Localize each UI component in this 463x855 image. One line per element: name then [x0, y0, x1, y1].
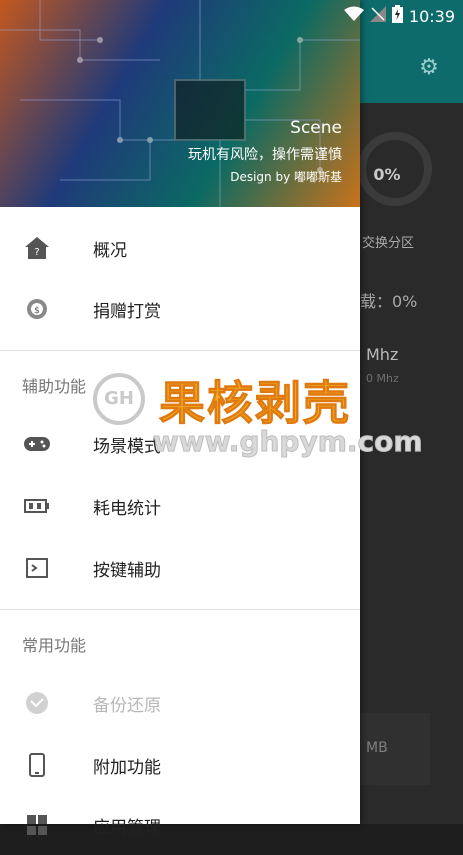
- swap-usage-value: 0%: [373, 165, 401, 184]
- menu-item-overview[interactable]: ? 概况: [0, 218, 360, 278]
- settings-gear-icon[interactable]: ⚙: [417, 56, 441, 80]
- wifi-icon: [343, 6, 364, 26]
- svg-text:$: $: [34, 306, 40, 316]
- watermark-logo: GH: [93, 373, 145, 425]
- menu-item-backup-restore[interactable]: 备份还原: [0, 673, 360, 733]
- battery-icon: [24, 493, 50, 519]
- menu-item-power-stats[interactable]: 耗电统计: [0, 476, 360, 536]
- status-bar: 10:39: [0, 0, 463, 32]
- menu-label-extra-features: 附加功能: [93, 757, 161, 778]
- signal-icon: [369, 6, 386, 26]
- menu-label-donate: 捐赠打赏: [93, 301, 161, 322]
- apps-icon: [24, 812, 50, 838]
- backup-icon: [24, 690, 50, 716]
- divider: [0, 350, 360, 351]
- section-title-assist: 辅助功能: [22, 377, 87, 396]
- terminal-icon: [24, 555, 50, 581]
- svg-text:?: ?: [34, 247, 39, 258]
- menu-item-extra-features[interactable]: 附加功能: [0, 735, 360, 795]
- menu-label-app-manager: 应用管理: [93, 817, 161, 838]
- menu-item-key-assist[interactable]: 按键辅助: [0, 538, 360, 598]
- header-tagline: 玩机有风险，操作需谨慎: [188, 147, 342, 163]
- menu-label-overview: 概况: [93, 240, 127, 261]
- gamepad-icon: [24, 431, 50, 457]
- section-title-common: 常用功能: [22, 636, 87, 655]
- status-time: 10:39: [408, 6, 455, 26]
- donate-icon: $: [24, 296, 50, 322]
- home-icon: ?: [24, 235, 50, 261]
- battery-charging-icon: [391, 5, 403, 27]
- divider: [0, 609, 360, 610]
- cpu-freq-value: Mhz: [366, 345, 399, 364]
- menu-label-power-stats: 耗电统计: [93, 498, 161, 519]
- app-name: Scene: [290, 118, 342, 138]
- menu-item-donate[interactable]: $ 捐赠打赏: [0, 279, 360, 339]
- watermark-url: www.ghpym.com: [153, 425, 424, 459]
- menu-item-app-manager[interactable]: 应用管理: [0, 795, 360, 855]
- watermark-title: 果核剥壳: [159, 376, 351, 431]
- watermark: GH 果核剥壳 www.ghpym.com: [93, 367, 423, 459]
- swap-usage-label: 交换分区: [362, 236, 415, 251]
- menu-label-backup-restore: 备份还原: [93, 695, 161, 716]
- load-text: 载：0%: [360, 292, 418, 311]
- memory-value: MB: [366, 740, 388, 756]
- phone-icon: [24, 752, 50, 778]
- header-credit: Design by 嘟嘟斯基: [230, 170, 342, 184]
- menu-label-key-assist: 按键辅助: [93, 560, 161, 581]
